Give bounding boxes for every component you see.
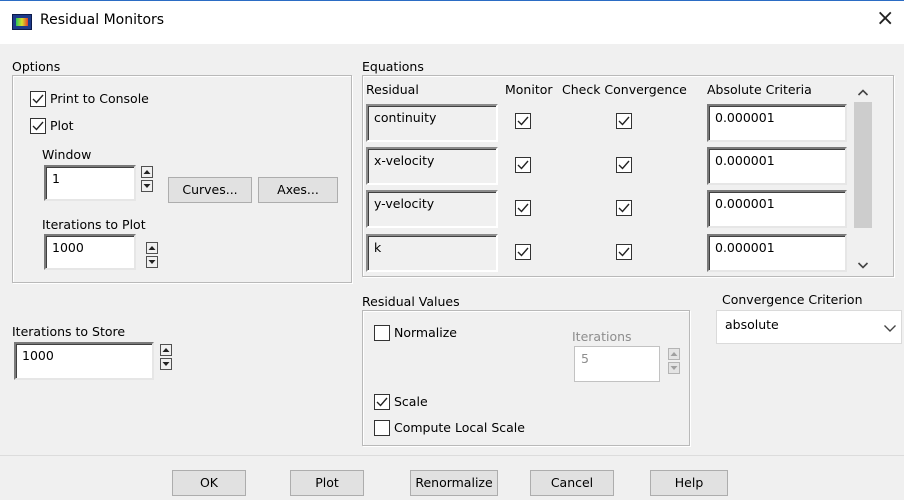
iterations-to-plot-label: Iterations to Plot — [42, 217, 146, 232]
ok-button[interactable]: OK — [172, 470, 246, 496]
monitor-checkbox[interactable] — [515, 244, 531, 260]
iterations-to-plot-stepper[interactable] — [146, 242, 160, 270]
residual-name-cell: y-velocity — [366, 190, 498, 228]
monitor-column-header: Monitor — [505, 82, 553, 97]
check-mark-icon — [517, 247, 529, 257]
options-group-label: Options — [12, 59, 61, 74]
check-mark-icon — [618, 247, 630, 257]
title-bar: Residual Monitors × — [0, 0, 904, 44]
arrow-down-icon[interactable] — [668, 362, 680, 374]
monitor-checkbox[interactable] — [515, 113, 531, 129]
chevron-up-icon[interactable] — [857, 88, 869, 98]
normalize-checkbox[interactable] — [374, 325, 390, 341]
residual-name-cell: x-velocity — [366, 147, 498, 185]
iterations-to-plot-input[interactable]: 1000 — [44, 234, 136, 270]
check-mark-icon — [32, 94, 44, 104]
plot-button[interactable]: Plot — [290, 470, 364, 496]
arrow-up-icon[interactable] — [160, 344, 172, 356]
iterations-label: Iterations — [572, 329, 632, 344]
absolute-criteria-input[interactable]: 0.000001 — [707, 190, 847, 228]
residual-column-header: Residual — [366, 82, 419, 97]
plot-checkbox[interactable] — [30, 118, 46, 134]
check-mark-icon — [376, 397, 388, 407]
renormalize-button[interactable]: Renormalize — [410, 470, 498, 496]
check-mark-icon — [618, 203, 630, 213]
monitor-checkbox[interactable] — [515, 157, 531, 173]
convergence-criterion-label: Convergence Criterion — [722, 292, 863, 307]
convergence-criterion-select[interactable]: absolute — [716, 310, 902, 344]
iterations-to-store-stepper[interactable] — [160, 344, 174, 372]
arrow-down-icon[interactable] — [160, 358, 172, 370]
compute-local-scale-label: Compute Local Scale — [394, 420, 525, 435]
curves-button[interactable]: Curves... — [168, 177, 252, 203]
iterations-stepper[interactable] — [668, 348, 682, 376]
window-label: Window — [42, 147, 92, 162]
scale-label: Scale — [394, 394, 428, 409]
scrollbar-thumb[interactable] — [854, 102, 872, 228]
chevron-down-icon — [884, 325, 896, 332]
arrow-up-icon[interactable] — [668, 348, 680, 360]
window-title: Residual Monitors — [40, 12, 165, 28]
check-convergence-column-header: Check Convergence — [562, 82, 687, 97]
residual-name-cell: k — [366, 234, 498, 272]
scale-checkbox[interactable] — [374, 394, 390, 410]
check-convergence-checkbox[interactable] — [616, 200, 632, 216]
print-to-console-checkbox[interactable] — [30, 91, 46, 107]
close-icon[interactable]: × — [876, 8, 894, 30]
help-button[interactable]: Help — [650, 470, 728, 496]
arrow-up-icon[interactable] — [146, 242, 158, 254]
absolute-criteria-column-header: Absolute Criteria — [707, 82, 812, 97]
absolute-criteria-input[interactable]: 0.000001 — [707, 234, 847, 272]
plot-label: Plot — [50, 118, 74, 133]
axes-button[interactable]: Axes... — [258, 177, 338, 203]
check-mark-icon — [517, 116, 529, 126]
check-mark-icon — [517, 203, 529, 213]
check-convergence-checkbox[interactable] — [616, 244, 632, 260]
convergence-criterion-value: absolute — [725, 317, 779, 332]
equations-group-label: Equations — [362, 59, 424, 74]
fluent-app-icon — [12, 14, 32, 30]
residual-name-cell: continuity — [366, 104, 498, 142]
check-mark-icon — [618, 160, 630, 170]
monitor-checkbox[interactable] — [515, 200, 531, 216]
compute-local-scale-checkbox[interactable] — [374, 420, 390, 436]
iterations-input[interactable]: 5 — [574, 346, 660, 382]
chevron-down-icon[interactable] — [857, 260, 869, 270]
window-stepper[interactable] — [141, 166, 155, 194]
equations-scrollbar[interactable] — [852, 80, 874, 276]
check-mark-icon — [32, 121, 44, 131]
iterations-to-store-input[interactable]: 1000 — [14, 342, 154, 380]
check-mark-icon — [618, 116, 630, 126]
absolute-criteria-input[interactable]: 0.000001 — [707, 147, 847, 185]
check-convergence-checkbox[interactable] — [616, 157, 632, 173]
arrow-down-icon[interactable] — [146, 256, 158, 268]
normalize-label: Normalize — [394, 325, 457, 340]
residual-values-group-label: Residual Values — [362, 294, 460, 309]
check-convergence-checkbox[interactable] — [616, 113, 632, 129]
arrow-up-icon[interactable] — [141, 166, 153, 178]
check-mark-icon — [517, 160, 529, 170]
arrow-down-icon[interactable] — [141, 180, 153, 192]
cancel-button[interactable]: Cancel — [530, 470, 614, 496]
print-to-console-label: Print to Console — [50, 91, 149, 106]
iterations-to-store-label: Iterations to Store — [12, 324, 126, 339]
window-input[interactable]: 1 — [44, 165, 136, 201]
absolute-criteria-input[interactable]: 0.000001 — [707, 104, 847, 142]
